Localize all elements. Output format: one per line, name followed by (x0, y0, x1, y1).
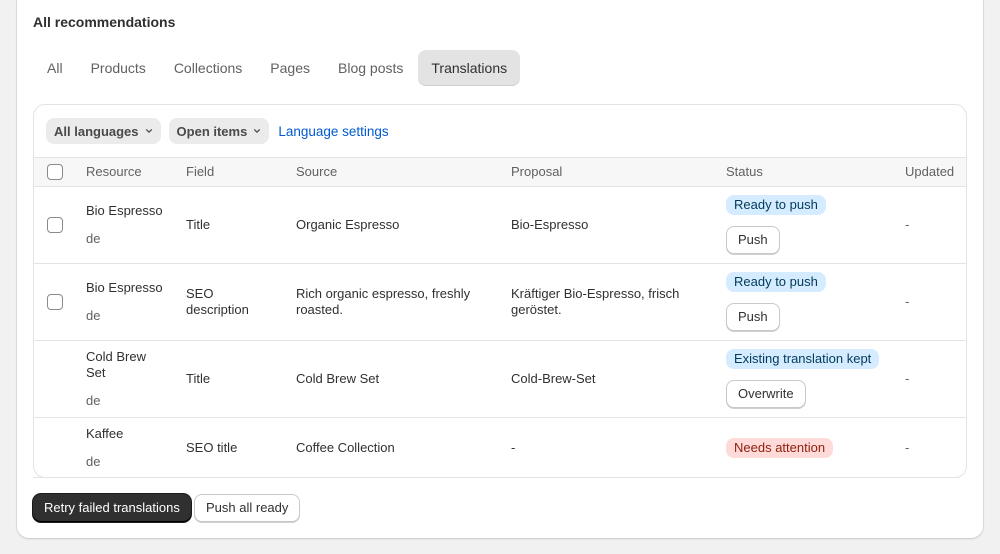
row-checkbox[interactable] (47, 217, 63, 233)
resource-locale: de (86, 308, 101, 323)
push-all-ready-button[interactable]: Push all ready (194, 494, 301, 522)
tab-products[interactable]: Products (78, 50, 159, 86)
tab-pages[interactable]: Pages (257, 50, 323, 86)
table-row: Kaffee de SEO title Coffee Collection - … (34, 418, 966, 477)
resource-name: Kaffee (86, 426, 124, 441)
status-badge: Needs attention (726, 438, 834, 458)
tab-all[interactable]: All (34, 50, 76, 86)
page-title: All recommendations (33, 14, 176, 30)
table-row: Bio Espresso de Title Organic Espresso B… (34, 187, 966, 264)
field-name: SEO description (186, 286, 249, 317)
proposal-text: Bio-Espresso (511, 217, 589, 232)
updated-value: - (905, 217, 910, 232)
resource-locale: de (86, 454, 101, 469)
column-header-source: Source (296, 164, 338, 179)
updated-value: - (905, 440, 910, 455)
proposal-text: Cold-Brew-Set (511, 371, 596, 386)
column-header-field: Field (186, 164, 215, 179)
status-badge: Ready to push (726, 195, 826, 215)
source-text: Rich organic espresso, freshly roasted. (296, 286, 471, 317)
chevron-down-icon (254, 129, 261, 133)
footer-divider (33, 477, 959, 478)
status-badge: Existing translation kept (726, 349, 880, 369)
tab-translations[interactable]: Translations (418, 50, 521, 86)
source-text: Organic Espresso (296, 217, 400, 232)
status-filter[interactable]: Open items (168, 118, 270, 144)
field-name: Title (186, 217, 211, 232)
field-name: SEO title (186, 440, 238, 455)
row-checkbox[interactable] (47, 294, 63, 310)
proposal-text: Kräftiger Bio-Espresso, frisch geröstet. (511, 286, 680, 317)
overwrite-button[interactable]: Overwrite (726, 380, 806, 408)
table-row: Cold Brew Set de Title Cold Brew Set Col… (34, 341, 966, 418)
resource-name: Bio Espresso (86, 203, 163, 218)
push-button[interactable]: Push (726, 303, 780, 331)
status-filter-label: Open items (176, 123, 248, 139)
filter-bar: All languages Open items Language settin… (46, 118, 389, 144)
tab-bar: All Products Collections Pages Blog post… (34, 50, 521, 86)
language-filter[interactable]: All languages (46, 118, 161, 144)
resource-locale: de (86, 231, 101, 246)
proposal-text: - (511, 440, 516, 455)
select-all-checkbox[interactable] (47, 164, 63, 180)
field-name: Title (186, 371, 211, 386)
tab-collections[interactable]: Collections (161, 50, 255, 86)
updated-value: - (905, 294, 910, 309)
retry-failed-button[interactable]: Retry failed translations (33, 494, 191, 522)
source-text: Coffee Collection (296, 440, 395, 455)
status-badge: Ready to push (726, 272, 826, 292)
column-header-proposal: Proposal (511, 164, 563, 179)
table-row: Bio Espresso de SEO description Rich org… (34, 264, 966, 341)
resource-name: Cold Brew Set (86, 349, 146, 380)
updated-value: - (905, 371, 910, 386)
source-text: Cold Brew Set (296, 371, 380, 386)
column-header-updated: Updated (905, 164, 955, 179)
language-filter-label: All languages (54, 123, 139, 139)
translations-panel: All languages Open items Language settin… (33, 104, 967, 478)
language-settings-link[interactable]: Language settings (278, 124, 388, 139)
tab-blog-posts[interactable]: Blog posts (325, 50, 416, 86)
push-button[interactable]: Push (726, 226, 780, 254)
chevron-down-icon (145, 129, 152, 133)
column-header-resource: Resource (86, 164, 142, 179)
resource-name: Bio Espresso (86, 280, 163, 295)
resource-locale: de (86, 393, 101, 408)
column-header-status: Status (726, 164, 763, 179)
table-header: Resource Field Source Proposal Status Up… (34, 157, 966, 187)
